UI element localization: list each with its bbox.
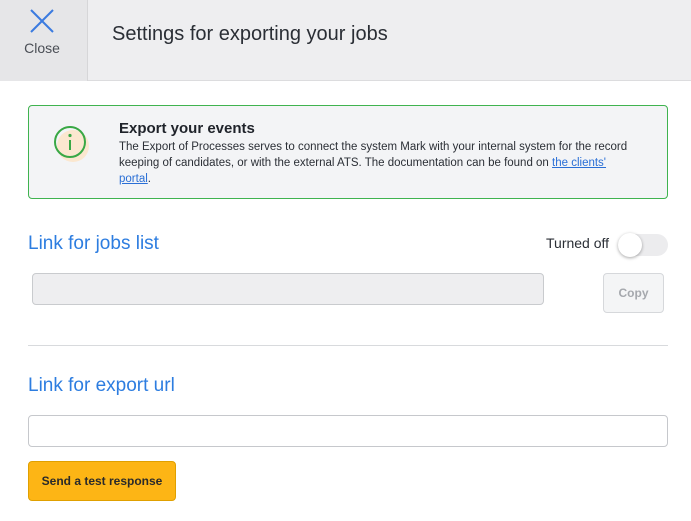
- jobs-list-section-title: Link for jobs list: [28, 233, 159, 254]
- close-button[interactable]: Close: [0, 0, 88, 81]
- close-icon: [30, 9, 54, 33]
- toggle-knob: [618, 233, 642, 257]
- jobs-list-toggle[interactable]: [618, 233, 668, 257]
- export-url-field[interactable]: [28, 415, 668, 447]
- export-url-section-title: Link for export url: [28, 375, 175, 396]
- info-title: Export your events: [119, 120, 255, 137]
- info-icon: [54, 126, 89, 162]
- copy-button[interactable]: Copy: [603, 273, 664, 313]
- divider: [28, 345, 668, 346]
- info-text-suffix: .: [147, 173, 151, 185]
- info-text-body: The Export of Processes serves to connec…: [119, 141, 628, 169]
- info-box: Export your events The Export of Process…: [28, 105, 668, 199]
- info-text: The Export of Processes serves to connec…: [119, 139, 639, 187]
- header: Close Settings for exporting your jobs: [0, 0, 691, 81]
- toggle-label: Turned off: [546, 235, 610, 251]
- send-test-response-button[interactable]: Send a test response: [28, 461, 176, 501]
- close-label: Close: [24, 40, 60, 56]
- page-title: Settings for exporting your jobs: [112, 23, 388, 45]
- jobs-list-link-field[interactable]: [32, 273, 544, 305]
